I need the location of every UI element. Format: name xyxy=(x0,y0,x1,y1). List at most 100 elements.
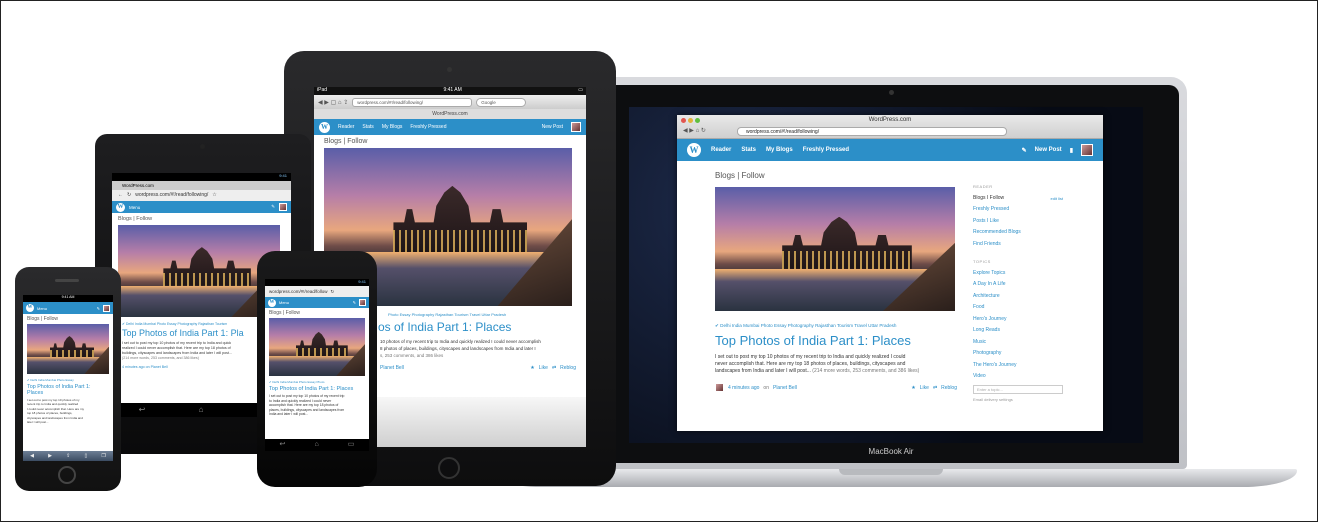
star-icon[interactable]: ☆ xyxy=(212,190,216,201)
avatar[interactable] xyxy=(1081,144,1093,156)
sidebar-item-freshly-pressed[interactable]: Freshly Pressed xyxy=(973,204,1063,216)
wordpress-logo-icon[interactable]: W xyxy=(687,143,701,157)
byline-on: on xyxy=(763,384,769,391)
reblog-icon[interactable]: ⇄ xyxy=(933,385,937,391)
pencil-icon[interactable]: ✎ xyxy=(1022,147,1027,154)
topic-item[interactable]: Long Reads xyxy=(973,325,1063,337)
ipad-address-bar[interactable]: wordpress.com/#!/read/following/ xyxy=(352,97,473,107)
topic-item[interactable]: A Day In A Life xyxy=(973,279,1063,291)
ipad-home-button[interactable] xyxy=(438,457,460,479)
reader-sidebar: READER Blogs I Follow edit list Freshly P… xyxy=(973,181,1063,405)
tabs-icon[interactable]: ❐ xyxy=(101,451,105,461)
topic-item[interactable]: Architecture xyxy=(973,291,1063,303)
wordpress-logo-icon[interactable]: W xyxy=(26,304,34,312)
pencil-icon[interactable]: ✎ xyxy=(97,306,100,311)
wp-admin-bar: W Reader Stats My Blogs Freshly Pressed … xyxy=(677,139,1103,161)
star-icon[interactable]: ★ xyxy=(530,365,534,371)
avatar[interactable] xyxy=(279,203,287,211)
ipad-status-time: 9:41 AM xyxy=(443,87,462,93)
pencil-icon[interactable]: ✎ xyxy=(353,300,356,305)
topic-item[interactable]: Food xyxy=(973,302,1063,314)
reblog-icon[interactable]: ⇄ xyxy=(552,365,556,371)
post-photo[interactable] xyxy=(118,225,280,317)
avatar[interactable] xyxy=(571,122,581,132)
nav-my-blogs[interactable]: My Blogs xyxy=(766,147,793,153)
tablet-tab[interactable]: WordPress.com xyxy=(112,181,291,190)
ipad-status-carrier: iPad xyxy=(317,87,328,93)
wordpress-logo-icon[interactable]: W xyxy=(319,121,330,133)
back-icon[interactable]: ← xyxy=(118,190,123,201)
post-author[interactable]: Planet Bell xyxy=(380,365,404,371)
post-title-cont[interactable]: Places xyxy=(27,390,113,396)
sidebar-item-find-friends[interactable]: Find Friends xyxy=(973,239,1063,251)
post-title[interactable]: Top Photos of India Part 1: Places xyxy=(715,333,957,348)
post-tags[interactable]: ✔ Delhi India Mumbai Photo Essay Photogr… xyxy=(715,323,957,329)
menu-button[interactable]: Menu xyxy=(129,205,140,210)
iphone-home-button[interactable] xyxy=(58,466,76,484)
post-time[interactable]: 4 minutes ago xyxy=(728,385,759,391)
topic-input[interactable]: Enter a topic... xyxy=(973,384,1063,394)
nav-stats[interactable]: Stats xyxy=(362,124,373,130)
edit-list-link[interactable]: edit list xyxy=(1051,193,1063,205)
back-icon[interactable]: ↩ xyxy=(280,439,286,451)
nav-freshly-pressed[interactable]: Freshly Pressed xyxy=(410,124,446,130)
wordpress-logo-icon[interactable]: W xyxy=(268,298,276,307)
ipad-nav-icons[interactable]: ◀ ▶ ▢ ⌂ ⇪ xyxy=(318,99,348,106)
menu-button[interactable]: Menu xyxy=(37,306,47,311)
new-post-button[interactable]: New Post xyxy=(542,124,563,130)
topic-item[interactable]: Video xyxy=(973,371,1063,383)
refresh-icon[interactable]: ↻ xyxy=(331,286,335,297)
pencil-icon[interactable]: ✎ xyxy=(271,204,275,210)
avatar[interactable] xyxy=(103,304,110,312)
post-tags[interactable]: ✔ Delhi India Mumbai Photo Essay Photo xyxy=(265,380,369,384)
address-bar[interactable]: wordpress.com/#!/read/following/ xyxy=(737,127,1007,136)
recents-icon[interactable]: ▭ xyxy=(348,439,355,451)
ipad-search-field[interactable]: Google xyxy=(476,97,527,107)
iphone-screen: 9:41 AM W Menu ✎ Blogs | Follow ✔ Delhi … xyxy=(23,295,113,461)
reblog-button[interactable]: Reblog xyxy=(941,385,957,391)
home-icon[interactable]: ⌂ xyxy=(199,403,204,417)
post-photo[interactable] xyxy=(715,187,955,311)
refresh-icon[interactable]: ↻ xyxy=(127,190,131,201)
topic-item[interactable]: Hero's Journey xyxy=(973,314,1063,326)
reblog-button[interactable]: Reblog xyxy=(560,365,576,371)
share-icon[interactable]: ⇪ xyxy=(66,451,70,461)
sidebar-item-blogs-i-follow[interactable]: Blogs I Follow xyxy=(973,193,1004,205)
home-icon[interactable]: ⌂ xyxy=(314,439,318,451)
topic-item[interactable]: Music xyxy=(973,337,1063,349)
topic-item[interactable]: Photography xyxy=(973,348,1063,360)
post-author[interactable]: Planet Bell xyxy=(773,385,797,391)
email-settings-link[interactable]: Email delivery settings xyxy=(973,394,1063,406)
like-button[interactable]: Like xyxy=(920,385,929,391)
notifications-icon[interactable]: ▮ xyxy=(1070,147,1073,154)
nav-reader[interactable]: Reader xyxy=(711,147,731,153)
phone-address-bar[interactable]: wordpress.com/#!/read/follow xyxy=(269,286,328,297)
new-post-button[interactable]: New Post xyxy=(1035,147,1062,153)
nav-arrows-icon[interactable]: ◀ ▶ ⌂ ↻ xyxy=(683,127,706,134)
wordpress-logo-icon[interactable]: W xyxy=(116,202,125,212)
sidebar-item-recommended-blogs[interactable]: Recommended Blogs xyxy=(973,227,1063,239)
post-excerpt-line: never accomplish that. Here are my top 1… xyxy=(715,361,906,367)
back-icon[interactable]: ◀ xyxy=(30,451,34,461)
post-photo[interactable] xyxy=(269,318,365,376)
topic-explore[interactable]: Explore Topics xyxy=(973,268,1063,280)
nav-reader[interactable]: Reader xyxy=(338,124,354,130)
sidebar-item-posts-i-like[interactable]: Posts I Like xyxy=(973,216,1063,228)
tablet-address-bar[interactable]: wordpress.com/#!/read/following/ xyxy=(135,190,208,201)
post-excerpt-line: landscapes from India and later I will p… xyxy=(715,368,811,374)
nav-freshly-pressed[interactable]: Freshly Pressed xyxy=(803,147,849,153)
nav-my-blogs[interactable]: My Blogs xyxy=(382,124,403,130)
avatar[interactable] xyxy=(359,299,366,306)
nav-stats[interactable]: Stats xyxy=(741,147,756,153)
author-avatar[interactable] xyxy=(715,383,724,392)
star-icon[interactable]: ★ xyxy=(911,385,915,391)
post-title[interactable]: Top Photos of India Part 1: Places xyxy=(265,386,369,392)
post-tags[interactable]: ✔ Delhi India Mumbai Photo Essay xyxy=(23,378,113,382)
bookmarks-icon[interactable]: ▯ xyxy=(84,451,87,461)
like-button[interactable]: Like xyxy=(539,365,548,371)
forward-icon[interactable]: ▶ xyxy=(48,451,52,461)
topic-item[interactable]: The Hero's Journey xyxy=(973,360,1063,372)
menu-button[interactable]: Menu xyxy=(279,300,289,305)
post-photo[interactable] xyxy=(27,324,109,374)
back-icon[interactable]: ↩ xyxy=(139,403,146,417)
